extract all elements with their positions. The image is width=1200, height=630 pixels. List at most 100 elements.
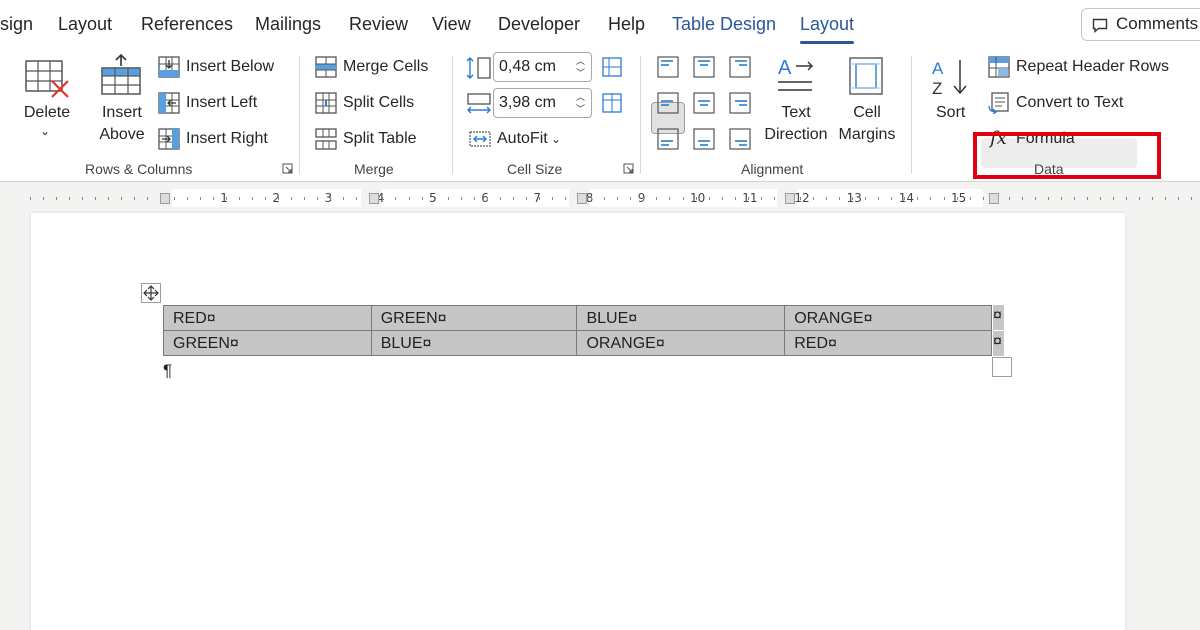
delete-table-icon[interactable] — [24, 59, 70, 104]
ruler-tick — [813, 197, 814, 200]
ruler-tick — [891, 197, 892, 200]
rows-columns-launcher-icon[interactable] — [282, 163, 293, 174]
tab-table-layout[interactable]: Layout — [800, 14, 854, 35]
row-height-stepper-icon[interactable]: ︿﹀ — [576, 55, 585, 79]
row-height-icon — [466, 56, 492, 85]
align-top-center-icon[interactable] — [693, 56, 715, 78]
tab-mailings[interactable]: Mailings — [255, 14, 321, 35]
ruler-tick — [200, 197, 201, 200]
delete-dropdown-chevron-icon[interactable]: ⌄ — [40, 124, 50, 138]
insert-above-button[interactable]: Insert Above — [94, 102, 150, 146]
group-separator — [299, 56, 300, 174]
ruler-column-marker[interactable] — [160, 193, 170, 204]
table-cell[interactable]: BLUE¤ — [577, 306, 785, 331]
align-top-right-icon[interactable] — [729, 56, 751, 78]
tab-table-design[interactable]: Table Design — [672, 14, 776, 35]
align-bottom-right-icon[interactable] — [729, 128, 751, 150]
table-cell[interactable]: BLUE¤ — [371, 331, 577, 356]
horizontal-ruler[interactable]: 123456789101112131415 — [0, 187, 1200, 209]
ruler-tick — [970, 197, 971, 200]
rows-columns-group-label: Rows & Columns — [85, 161, 192, 177]
column-width-value: 3,98 cm — [499, 94, 556, 111]
ruler-tick — [904, 197, 905, 200]
cell-size-launcher-icon[interactable] — [623, 163, 634, 174]
table-cell[interactable]: RED¤ — [785, 331, 992, 356]
ruler-tick — [944, 197, 945, 200]
ruler-column-marker[interactable] — [577, 193, 587, 204]
distribute-columns-icon[interactable] — [601, 92, 623, 119]
split-table-button[interactable]: Split Table — [343, 130, 417, 148]
sort-icon[interactable]: AZ — [930, 56, 972, 103]
ruler-number: 14 — [899, 191, 914, 205]
align-top-left-icon[interactable] — [657, 56, 679, 78]
ruler-tick — [239, 197, 240, 200]
ruler-tick — [317, 197, 318, 200]
ruler-tick — [1100, 197, 1101, 200]
row-height-input[interactable]: 0,48 cm ︿﹀ — [493, 52, 592, 82]
ruler-tick — [500, 197, 501, 200]
document-table[interactable]: RED¤ GREEN¤ BLUE¤ ORANGE¤ GREEN¤ BLUE¤ O… — [163, 305, 992, 356]
align-bottom-left-icon[interactable] — [657, 128, 679, 150]
tab-help[interactable]: Help — [608, 14, 645, 35]
merge-cells-button[interactable]: Merge Cells — [343, 58, 428, 76]
column-width-icon — [466, 92, 492, 121]
tab-review[interactable]: Review — [349, 14, 408, 35]
tab-developer[interactable]: Developer — [498, 14, 580, 35]
text-direction-label-1: Text — [760, 102, 832, 124]
repeat-header-rows-button[interactable]: Repeat Header Rows — [1016, 58, 1169, 76]
insert-left-button[interactable]: Insert Left — [186, 94, 257, 112]
tab-references[interactable]: References — [141, 14, 233, 35]
distribute-rows-icon[interactable] — [601, 56, 623, 83]
tab-view[interactable]: View — [432, 14, 471, 35]
ruler-tick — [1035, 197, 1036, 200]
ruler-tick — [983, 197, 984, 200]
ruler-tick — [69, 197, 70, 200]
cell-size-group-label: Cell Size — [507, 161, 562, 177]
convert-to-text-button[interactable]: Convert to Text — [1016, 94, 1123, 112]
align-middle-right-icon[interactable] — [729, 92, 751, 114]
align-bottom-center-icon[interactable] — [693, 128, 715, 150]
ruler-column-marker[interactable] — [369, 193, 379, 204]
ruler-tick — [121, 197, 122, 200]
table-cell[interactable]: ORANGE¤ — [785, 306, 992, 331]
table-cell[interactable]: RED¤ — [164, 306, 372, 331]
table-cell[interactable]: GREEN¤ — [371, 306, 577, 331]
cell-margins-icon[interactable] — [848, 56, 884, 101]
table-move-handle[interactable] — [141, 283, 161, 303]
align-middle-left-icon[interactable] — [657, 92, 679, 114]
ruler-column-marker[interactable] — [989, 193, 999, 204]
table-cell[interactable]: GREEN¤ — [164, 331, 372, 356]
autofit-label: AutoFit — [497, 130, 548, 147]
comments-button[interactable]: Comments — [1081, 8, 1200, 41]
document-page[interactable] — [31, 213, 1125, 630]
ruler-tick — [669, 197, 670, 200]
svg-text:A: A — [778, 57, 792, 79]
table-resize-handle[interactable] — [992, 357, 1012, 377]
sort-button[interactable]: Sort — [936, 104, 965, 122]
split-cells-button[interactable]: Split Cells — [343, 94, 414, 112]
ruler-tick — [30, 197, 31, 200]
ruler-column-marker[interactable] — [785, 193, 795, 204]
insert-left-icon — [158, 92, 180, 119]
insert-right-button[interactable]: Insert Right — [186, 130, 268, 148]
insert-below-button[interactable]: Insert Below — [186, 58, 274, 76]
autofit-button[interactable]: AutoFit ⌄ — [497, 130, 561, 148]
insert-above-icon[interactable] — [100, 54, 144, 103]
text-direction-icon[interactable]: A — [776, 56, 816, 101]
ruler-tick — [474, 197, 475, 200]
text-direction-button[interactable]: Text Direction — [760, 102, 832, 146]
ruler-number: 12 — [794, 191, 809, 205]
ruler-tick — [683, 197, 684, 200]
align-middle-center-icon[interactable] — [693, 92, 715, 114]
cell-margins-button[interactable]: Cell Margins — [836, 102, 898, 146]
tab-design-partial[interactable]: sign — [0, 14, 33, 35]
column-width-input[interactable]: 3,98 cm ︿﹀ — [493, 88, 592, 118]
ruler-tick — [565, 197, 566, 200]
delete-button[interactable]: Delete — [22, 102, 72, 124]
ruler-tick — [252, 197, 253, 200]
svg-text:Z: Z — [932, 79, 942, 98]
tab-layout-page[interactable]: Layout — [58, 14, 112, 35]
table-cell[interactable]: ORANGE¤ — [577, 331, 785, 356]
ruler-tick — [761, 197, 762, 200]
column-width-stepper-icon[interactable]: ︿﹀ — [576, 91, 585, 115]
